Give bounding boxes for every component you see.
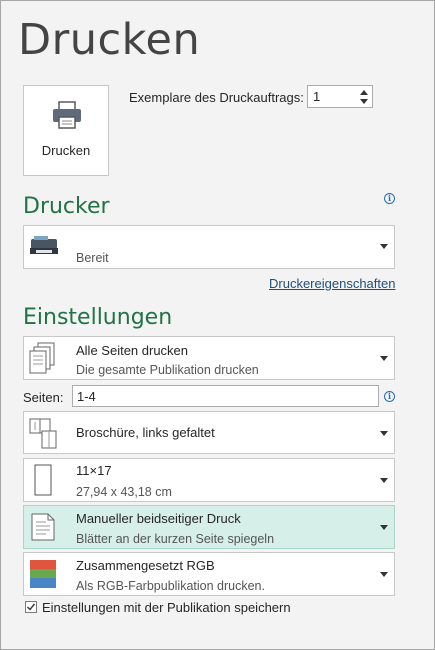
duplex-select[interactable]: Manueller beidseitiger Druck Blätter an … (23, 505, 395, 549)
paper-size-sub: 27,94 x 43,18 cm (76, 485, 172, 499)
printer-properties-link[interactable]: Druckereigenschaften (269, 276, 395, 291)
print-range-sub: Die gesamte Publikation drucken (76, 363, 259, 377)
paper-size-icon (34, 464, 52, 496)
page-title: Drucken (18, 15, 201, 65)
layout-select[interactable]: Broschüre, links gefaltet (23, 411, 395, 454)
printer-icon (53, 101, 81, 129)
info-icon[interactable]: i (384, 193, 395, 204)
printer-status: Bereit (76, 251, 109, 265)
chevron-down-icon (380, 478, 388, 483)
save-settings-label: Einstellungen mit der Publikation speich… (42, 600, 291, 615)
chevron-down-icon (380, 431, 388, 436)
checkmark-icon (27, 603, 36, 611)
settings-heading: Einstellungen (23, 305, 173, 330)
pages-stack-icon (29, 342, 55, 374)
chevron-down-icon (380, 572, 388, 577)
print-backstage-panel: Drucken Drucken Exemplare des Druckauftr… (0, 0, 435, 650)
copies-value: 1 (313, 89, 321, 104)
paper-size-main: 11×17 (76, 463, 112, 478)
duplex-main: Manueller beidseitiger Druck (76, 511, 241, 526)
print-range-main: Alle Seiten drucken (76, 343, 189, 358)
save-settings-checkbox[interactable] (25, 601, 37, 613)
color-mode-main: Zusammengesetzt RGB (76, 558, 215, 573)
info-icon[interactable]: i (384, 391, 395, 402)
print-range-select[interactable]: Alle Seiten drucken Die gesamte Publikat… (23, 336, 395, 380)
rgb-color-icon (30, 560, 56, 588)
print-button[interactable]: Drucken (23, 85, 109, 176)
pages-input[interactable] (72, 385, 379, 407)
color-mode-select[interactable]: Zusammengesetzt RGB Als RGB-Farbpublikat… (23, 552, 395, 596)
spin-up-icon[interactable] (359, 88, 369, 97)
pages-label: Seiten: (23, 390, 64, 405)
paper-size-select[interactable]: 11×17 27,94 x 43,18 cm (23, 458, 395, 502)
printer-device-icon (30, 236, 58, 254)
chevron-down-icon (380, 356, 388, 361)
booklet-icon (29, 418, 57, 449)
manual-duplex-icon (31, 513, 55, 541)
spin-down-icon[interactable] (359, 97, 369, 106)
printer-heading: Drucker (23, 194, 110, 219)
chevron-down-icon (380, 244, 388, 249)
chevron-down-icon (380, 525, 388, 530)
printer-select[interactable]: Bereit (23, 225, 395, 269)
duplex-sub: Blätter an der kurzen Seite spiegeln (76, 532, 275, 546)
copies-stepper[interactable]: 1 (307, 85, 373, 108)
color-mode-sub: Als RGB-Farbpublikation drucken. (76, 579, 265, 593)
layout-main: Broschüre, links gefaltet (76, 425, 215, 440)
copies-label: Exemplare des Druckauftrags: (129, 90, 304, 105)
print-button-label: Drucken (41, 143, 91, 158)
